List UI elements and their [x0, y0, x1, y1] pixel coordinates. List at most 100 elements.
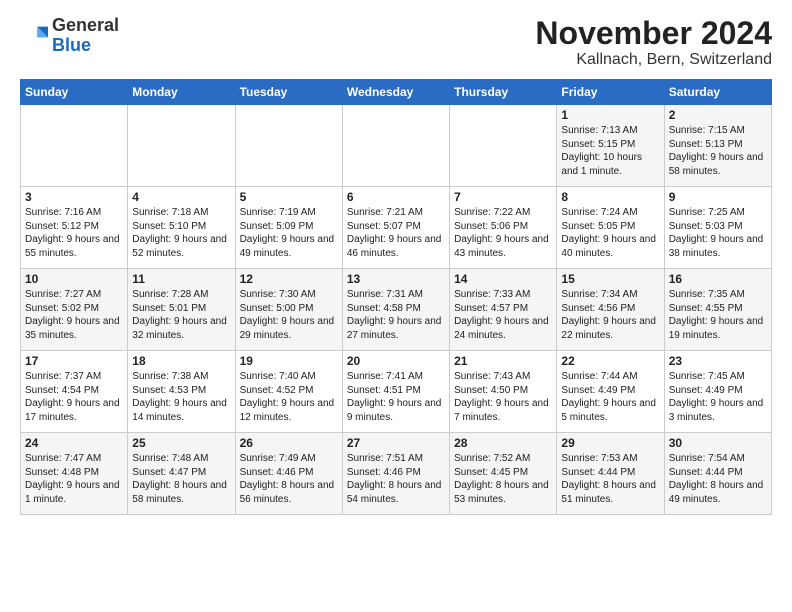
weekday-header-wednesday: Wednesday	[342, 80, 449, 105]
calendar-cell: 6Sunrise: 7:21 AM Sunset: 5:07 PM Daylig…	[342, 187, 449, 269]
location: Kallnach, Bern, Switzerland	[535, 51, 772, 69]
day-number: 11	[132, 272, 230, 286]
day-info: Sunrise: 7:21 AM Sunset: 5:07 PM Dayligh…	[347, 206, 445, 260]
day-info: Sunrise: 7:51 AM Sunset: 4:46 PM Dayligh…	[347, 452, 445, 506]
calendar-cell: 26 Sunrise: 7:49 AM Sunset: 4:46 PM Dayli…	[235, 433, 342, 515]
day-number: 25	[132, 436, 230, 450]
calendar-header: SundayMondayTuesdayWednesdayThursdayFrid…	[21, 80, 772, 105]
calendar-cell: 29Sunrise: 7:53 AM Sunset: 4:44 PM Dayli…	[557, 433, 664, 515]
calendar-week-3: 10Sunrise: 7:27 AM Sunset: 5:02 PM Dayli…	[21, 269, 772, 351]
calendar-cell: 1Sunrise: 7:13 AM Sunset: 5:15 PM Daylig…	[557, 105, 664, 187]
day-info: Sunrise: 7:33 AM Sunset: 4:57 PM Dayligh…	[454, 288, 552, 342]
weekday-header-saturday: Saturday	[664, 80, 771, 105]
calendar-cell: 23Sunrise: 7:45 AM Sunset: 4:49 PM Dayli…	[664, 351, 771, 433]
calendar-cell: 25 Sunrise: 7:48 AM Sunset: 4:47 PM Dayli…	[128, 433, 235, 515]
calendar-cell: 20 Sunrise: 7:41 AM Sunset: 4:51 PM Dayli…	[342, 351, 449, 433]
day-info: Sunrise: 7:43 AM Sunset: 4:50 PM Dayligh…	[454, 370, 552, 424]
day-info: Sunrise: 7:28 AM Sunset: 5:01 PM Dayligh…	[132, 288, 230, 342]
day-number: 29	[561, 436, 659, 450]
calendar-cell: 17 Sunrise: 7:37 AM Sunset: 4:54 PM Dayli…	[21, 351, 128, 433]
day-info: Sunrise: 7:52 AM Sunset: 4:45 PM Dayligh…	[454, 452, 552, 506]
logo-blue-text: Blue	[52, 35, 91, 55]
day-number: 20	[347, 354, 445, 368]
day-info: Sunrise: 7:47 AM Sunset: 4:48 PM Dayligh…	[25, 452, 123, 506]
day-number: 16	[669, 272, 767, 286]
day-number: 22	[561, 354, 659, 368]
day-info: Sunrise: 7:37 AM Sunset: 4:54 PM Dayligh…	[25, 370, 123, 424]
day-number: 7	[454, 190, 552, 204]
day-number: 24	[25, 436, 123, 450]
day-number: 2	[669, 108, 767, 122]
weekday-header-friday: Friday	[557, 80, 664, 105]
day-info: Sunrise: 7:22 AM Sunset: 5:06 PM Dayligh…	[454, 206, 552, 260]
day-info: Sunrise: 7:18 AM Sunset: 5:10 PM Dayligh…	[132, 206, 230, 260]
day-number: 17	[25, 354, 123, 368]
header: General Blue November 2024 Kallnach, Ber…	[20, 16, 772, 69]
day-info: Sunrise: 7:40 AM Sunset: 4:52 PM Dayligh…	[240, 370, 338, 424]
day-number: 8	[561, 190, 659, 204]
day-info: Sunrise: 7:38 AM Sunset: 4:53 PM Dayligh…	[132, 370, 230, 424]
day-info: Sunrise: 7:35 AM Sunset: 4:55 PM Dayligh…	[669, 288, 767, 342]
calendar-cell	[21, 105, 128, 187]
day-number: 19	[240, 354, 338, 368]
calendar-cell: 4 Sunrise: 7:18 AM Sunset: 5:10 PM Daylig…	[128, 187, 235, 269]
day-number: 12	[240, 272, 338, 286]
calendar-cell	[128, 105, 235, 187]
calendar-cell: 19 Sunrise: 7:40 AM Sunset: 4:52 PM Dayli…	[235, 351, 342, 433]
calendar-cell: 11 Sunrise: 7:28 AM Sunset: 5:01 PM Dayli…	[128, 269, 235, 351]
calendar-table: SundayMondayTuesdayWednesdayThursdayFrid…	[20, 79, 772, 515]
day-info: Sunrise: 7:48 AM Sunset: 4:47 PM Dayligh…	[132, 452, 230, 506]
calendar-week-1: 1Sunrise: 7:13 AM Sunset: 5:15 PM Daylig…	[21, 105, 772, 187]
weekday-header-monday: Monday	[128, 80, 235, 105]
day-info: Sunrise: 7:25 AM Sunset: 5:03 PM Dayligh…	[669, 206, 767, 260]
calendar-cell: 13 Sunrise: 7:31 AM Sunset: 4:58 PM Dayli…	[342, 269, 449, 351]
calendar-cell: 21 Sunrise: 7:43 AM Sunset: 4:50 PM Dayli…	[450, 351, 557, 433]
calendar-cell: 22 Sunrise: 7:44 AM Sunset: 4:49 PM Dayli…	[557, 351, 664, 433]
day-info: Sunrise: 7:49 AM Sunset: 4:46 PM Dayligh…	[240, 452, 338, 506]
calendar-cell: 30Sunrise: 7:54 AM Sunset: 4:44 PM Dayli…	[664, 433, 771, 515]
day-number: 9	[669, 190, 767, 204]
day-number: 26	[240, 436, 338, 450]
weekday-header-thursday: Thursday	[450, 80, 557, 105]
calendar-cell: 2Sunrise: 7:15 AM Sunset: 5:13 PM Daylig…	[664, 105, 771, 187]
calendar-cell: 27 Sunrise: 7:51 AM Sunset: 4:46 PM Dayli…	[342, 433, 449, 515]
calendar-cell: 5Sunrise: 7:19 AM Sunset: 5:09 PM Daylig…	[235, 187, 342, 269]
calendar-cell: 9 Sunrise: 7:25 AM Sunset: 5:03 PM Daylig…	[664, 187, 771, 269]
calendar-cell: 10Sunrise: 7:27 AM Sunset: 5:02 PM Dayli…	[21, 269, 128, 351]
day-number: 18	[132, 354, 230, 368]
day-number: 10	[25, 272, 123, 286]
day-info: Sunrise: 7:31 AM Sunset: 4:58 PM Dayligh…	[347, 288, 445, 342]
day-number: 4	[132, 190, 230, 204]
weekday-header-sunday: Sunday	[21, 80, 128, 105]
calendar-cell: 8 Sunrise: 7:24 AM Sunset: 5:05 PM Daylig…	[557, 187, 664, 269]
day-info: Sunrise: 7:30 AM Sunset: 5:00 PM Dayligh…	[240, 288, 338, 342]
calendar-cell: 18 Sunrise: 7:38 AM Sunset: 4:53 PM Dayli…	[128, 351, 235, 433]
calendar-cell: 7 Sunrise: 7:22 AM Sunset: 5:06 PM Daylig…	[450, 187, 557, 269]
day-number: 5	[240, 190, 338, 204]
calendar-cell	[342, 105, 449, 187]
logo-icon	[20, 22, 48, 50]
month-title: November 2024	[535, 16, 772, 51]
day-info: Sunrise: 7:41 AM Sunset: 4:51 PM Dayligh…	[347, 370, 445, 424]
day-number: 21	[454, 354, 552, 368]
day-number: 15	[561, 272, 659, 286]
calendar-cell: 3Sunrise: 7:16 AM Sunset: 5:12 PM Daylig…	[21, 187, 128, 269]
page: General Blue November 2024 Kallnach, Ber…	[0, 0, 792, 612]
day-number: 1	[561, 108, 659, 122]
calendar-week-2: 3Sunrise: 7:16 AM Sunset: 5:12 PM Daylig…	[21, 187, 772, 269]
logo-text: General Blue	[52, 16, 119, 56]
calendar-cell: 15Sunrise: 7:34 AM Sunset: 4:56 PM Dayli…	[557, 269, 664, 351]
day-info: Sunrise: 7:16 AM Sunset: 5:12 PM Dayligh…	[25, 206, 123, 260]
calendar-cell	[235, 105, 342, 187]
day-info: Sunrise: 7:44 AM Sunset: 4:49 PM Dayligh…	[561, 370, 659, 424]
day-number: 28	[454, 436, 552, 450]
calendar-cell: 14 Sunrise: 7:33 AM Sunset: 4:57 PM Dayli…	[450, 269, 557, 351]
calendar-cell: 12 Sunrise: 7:30 AM Sunset: 5:00 PM Dayli…	[235, 269, 342, 351]
logo-general-text: General	[52, 15, 119, 35]
day-number: 14	[454, 272, 552, 286]
day-number: 13	[347, 272, 445, 286]
calendar-cell: 28 Sunrise: 7:52 AM Sunset: 4:45 PM Dayli…	[450, 433, 557, 515]
day-info: Sunrise: 7:45 AM Sunset: 4:49 PM Dayligh…	[669, 370, 767, 424]
day-info: Sunrise: 7:24 AM Sunset: 5:05 PM Dayligh…	[561, 206, 659, 260]
day-number: 27	[347, 436, 445, 450]
